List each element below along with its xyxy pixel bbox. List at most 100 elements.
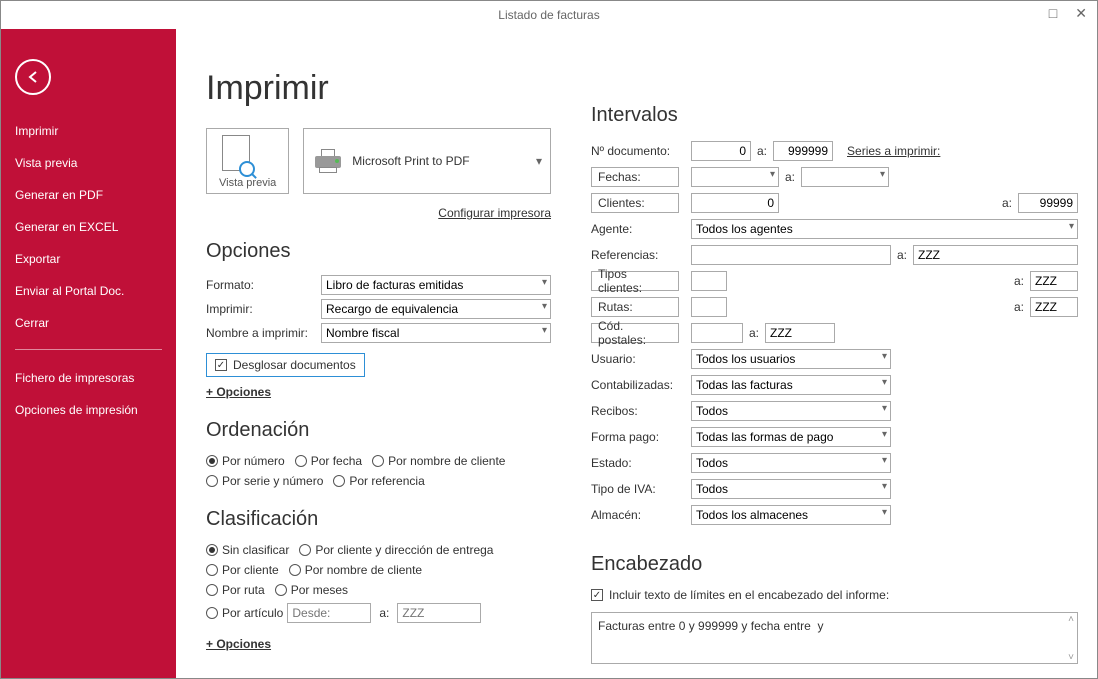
radio-por-referencia[interactable]: Por referencia [333,474,424,488]
nombre-select[interactable]: Nombre fiscal [321,323,551,343]
radio-por-cliente[interactable]: Por cliente [206,563,279,577]
sidebar-item-generar-excel[interactable]: Generar en EXCEL [1,211,176,243]
radio-por-ruta[interactable]: Por ruta [206,583,265,597]
encabezado-check-row[interactable]: Incluir texto de límites en el encabezad… [591,588,1078,602]
radio-por-meses[interactable]: Por meses [275,583,348,597]
maximize-icon[interactable]: □ [1045,5,1061,22]
tipos-to-input[interactable] [1030,271,1078,291]
back-button[interactable] [15,59,51,95]
radio-por-fecha[interactable]: Por fecha [295,454,362,468]
recibos-label: Recibos: [591,404,691,418]
fechas-to-input[interactable] [801,167,889,187]
sidebar-item-exportar[interactable]: Exportar [1,243,176,275]
page-title: Imprimir [206,69,551,108]
printer-icon [314,150,342,172]
close-icon[interactable]: ✕ [1071,5,1091,22]
ndoc-to-input[interactable] [773,141,833,161]
rutas-from-input[interactable] [691,297,727,317]
scroll-up-icon[interactable]: ˄ [1068,614,1074,625]
recibos-row: Recibos: Todos [591,401,1078,421]
clientes-from-input[interactable] [691,193,779,213]
sidebar-item-fichero-impresoras[interactable]: Fichero de impresoras [1,362,176,394]
cp-to-input[interactable] [765,323,835,343]
sidebar-item-opciones-impresion[interactable]: Opciones de impresión [1,394,176,426]
chevron-down-icon: ▾ [536,154,542,168]
imprimir-row: Imprimir: Recargo de equivalencia [206,299,551,319]
radio-por-numero[interactable]: Por número [206,454,285,468]
tipos-from-input[interactable] [691,271,727,291]
sidebar-item-vista-previa[interactable]: Vista previa [1,147,176,179]
radio-sin-clasificar[interactable]: Sin clasificar [206,543,289,557]
encabezado-heading: Encabezado [591,553,1078,576]
window-body: Imprimir Vista previa Generar en PDF Gen… [1,29,1097,678]
series-imprimir-link[interactable]: Series a imprimir: [847,144,940,158]
articulo-desde-input[interactable] [287,603,371,623]
vista-previa-label: Vista previa [219,177,276,189]
ordenacion-heading: Ordenación [206,419,551,442]
radio-por-nombre-cliente-c[interactable]: Por nombre de cliente [289,563,422,577]
referencias-from-input[interactable] [691,245,891,265]
cp-from-input[interactable] [691,323,743,343]
contabilizadas-row: Contabilizadas: Todas las facturas [591,375,1078,395]
nombre-label: Nombre a imprimir: [206,326,321,340]
rutas-to-input[interactable] [1030,297,1078,317]
encabezado-checkbox[interactable] [591,589,603,601]
articulo-a-label: a: [379,606,389,620]
opciones-heading: Opciones [206,240,551,263]
radio-por-cliente-direccion[interactable]: Por cliente y dirección de entrega [299,543,493,557]
clasificacion-mas-opciones-link[interactable]: + Opciones [206,637,271,651]
clasificacion-heading: Clasificación [206,508,551,531]
radio-por-nombre-cliente[interactable]: Por nombre de cliente [372,454,505,468]
printer-selected-label: Microsoft Print to PDF [352,154,469,168]
sidebar: Imprimir Vista previa Generar en PDF Gen… [1,29,176,678]
contabilizadas-select[interactable]: Todas las facturas [691,375,891,395]
main-content: Imprimir Vista previa Microsoft Print to… [176,29,1097,678]
tipos-clientes-row: Tipos clientes: a: [591,271,1078,291]
agente-select[interactable]: Todos los agentes [691,219,1078,239]
window-controls: □ ✕ [1045,5,1091,22]
titlebar: Listado de facturas □ ✕ [1,1,1097,29]
clientes-row: Clientes: a: [591,193,1078,213]
contabilizadas-label: Contabilizadas: [591,378,691,392]
sidebar-item-cerrar[interactable]: Cerrar [1,307,176,339]
intervalos-heading: Intervalos [591,104,1078,127]
referencias-to-input[interactable] [913,245,1078,265]
sidebar-item-generar-pdf[interactable]: Generar en PDF [1,179,176,211]
almacen-select[interactable]: Todos los almacenes [691,505,891,525]
formato-row: Formato: Libro de facturas emitidas [206,275,551,295]
cod-postales-button[interactable]: Cód. postales: [591,323,679,343]
mas-opciones-link[interactable]: + Opciones [206,385,271,399]
configurar-impresora-link[interactable]: Configurar impresora [206,206,551,220]
sidebar-divider [15,349,162,350]
formapago-select[interactable]: Todas las formas de pago [691,427,891,447]
tipoiva-label: Tipo de IVA: [591,482,691,496]
usuario-select[interactable]: Todos los usuarios [691,349,891,369]
vista-previa-button[interactable]: Vista previa [206,128,289,194]
fechas-button[interactable]: Fechas: [591,167,679,187]
tipos-clientes-button[interactable]: Tipos clientes: [591,271,679,291]
encabezado-textarea[interactable] [591,612,1078,664]
radio-por-serie-numero[interactable]: Por serie y número [206,474,323,488]
articulo-hasta-input[interactable] [397,603,481,623]
recibos-select[interactable]: Todos [691,401,891,421]
fechas-from-input[interactable] [691,167,779,187]
imprimir-select[interactable]: Recargo de equivalencia [321,299,551,319]
clientes-to-input[interactable] [1018,193,1078,213]
scroll-down-icon[interactable]: ˅ [1068,652,1074,663]
rutas-button[interactable]: Rutas: [591,297,679,317]
desglosar-checkbox-row[interactable]: Desglosar documentos [206,353,365,377]
sidebar-item-enviar-portal[interactable]: Enviar al Portal Doc. [1,275,176,307]
tipos-a-label: a: [1014,274,1024,288]
printer-select[interactable]: Microsoft Print to PDF ▾ [303,128,551,194]
clientes-button[interactable]: Clientes: [591,193,679,213]
formato-select[interactable]: Libro de facturas emitidas [321,275,551,295]
fechas-row: Fechas: a: [591,167,1078,187]
radio-por-articulo[interactable]: Por artículo a: [206,603,481,623]
tipoiva-select[interactable]: Todos [691,479,891,499]
ndoc-from-input[interactable] [691,141,751,161]
estado-select[interactable]: Todos [691,453,891,473]
imprimir-label: Imprimir: [206,302,321,316]
sidebar-item-imprimir[interactable]: Imprimir [1,115,176,147]
tipoiva-row: Tipo de IVA: Todos [591,479,1078,499]
desglosar-checkbox[interactable] [215,359,227,371]
